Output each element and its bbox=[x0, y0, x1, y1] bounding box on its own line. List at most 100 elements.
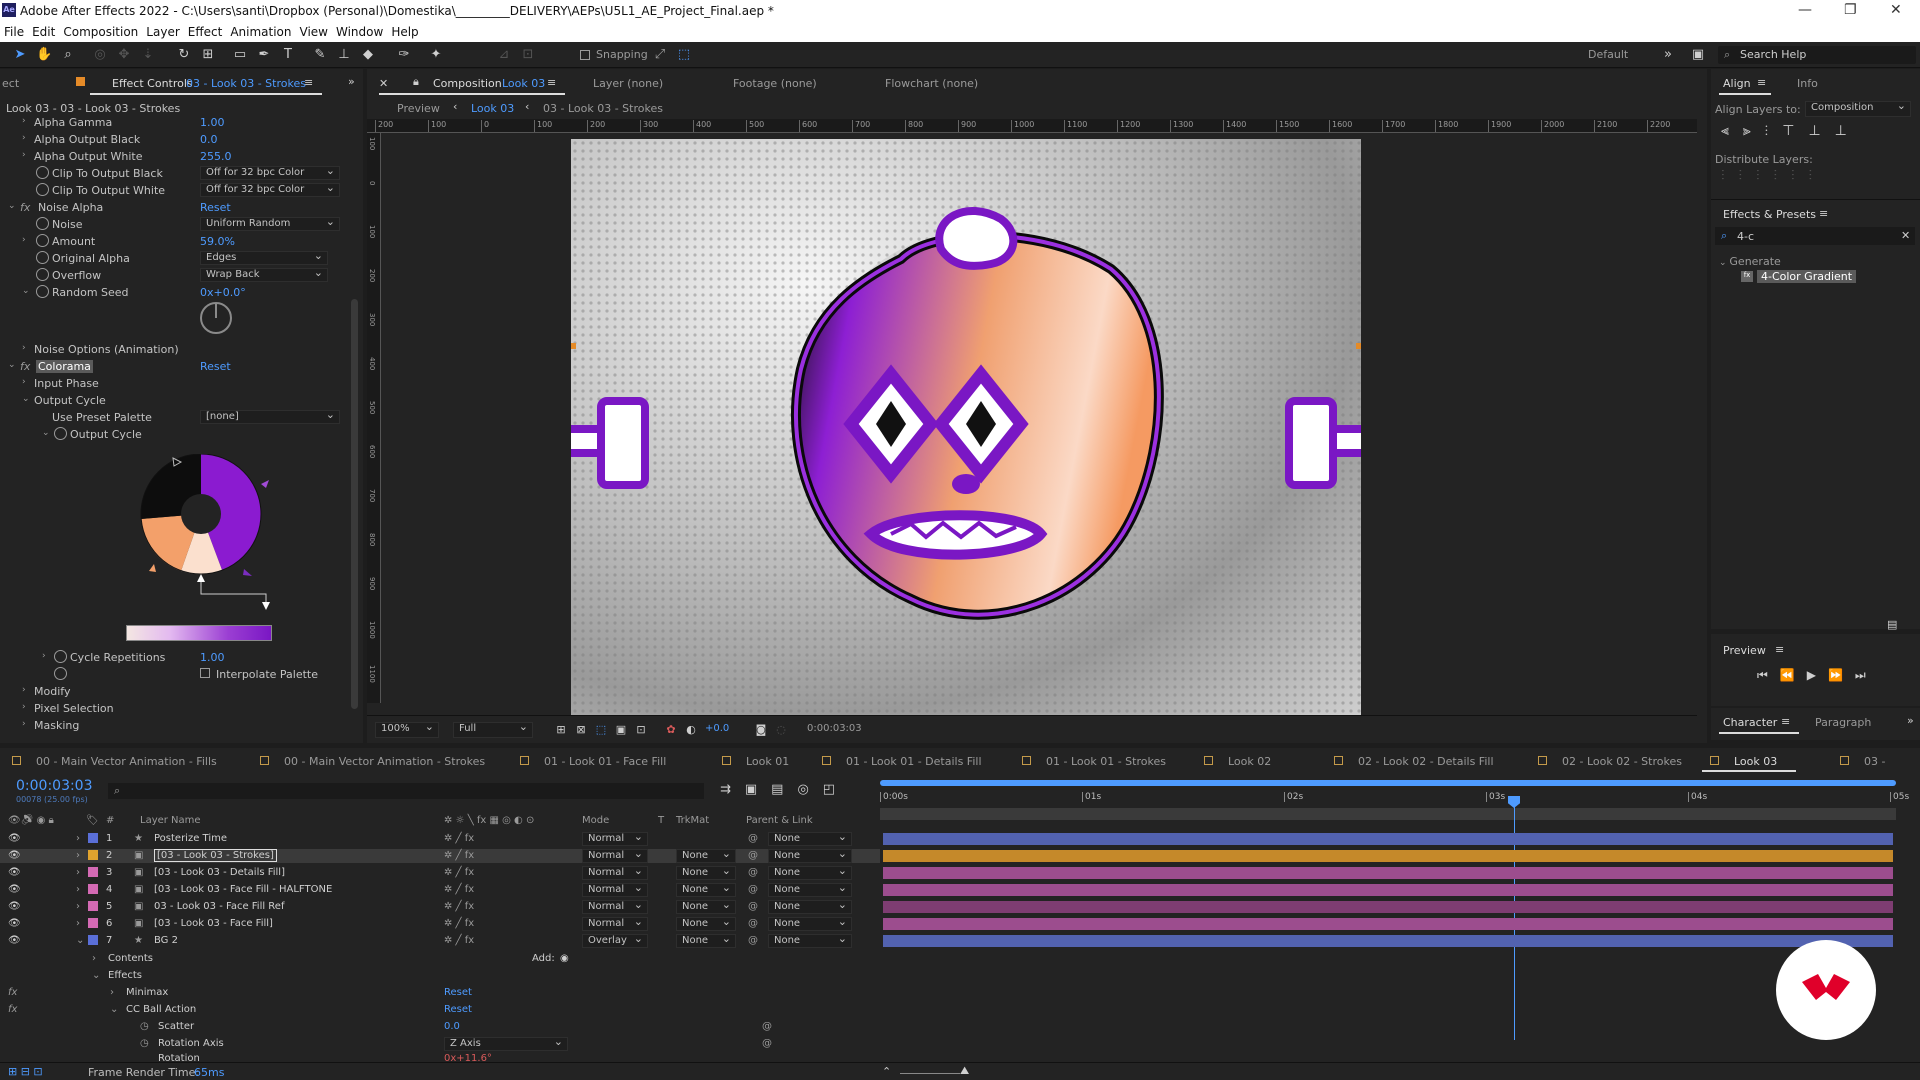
axis-icon[interactable]: ⊿ bbox=[496, 47, 512, 63]
parent-dropdown[interactable]: None bbox=[768, 881, 852, 897]
flowchart-tab[interactable]: Flowchart (none) bbox=[885, 77, 978, 90]
eye-icon[interactable]: 👁︎ bbox=[8, 850, 21, 861]
panel-menu-icon[interactable]: ≡ bbox=[1775, 643, 1784, 656]
prop-output-cycle[interactable]: ⌄ Output Cycle bbox=[0, 426, 350, 443]
pickwhip-icon[interactable]: @ bbox=[748, 918, 758, 929]
output-cycle-wheel[interactable] bbox=[126, 453, 286, 634]
overflow-dropdown[interactable]: Wrap Back bbox=[200, 266, 328, 282]
menu-effect[interactable]: Effect bbox=[184, 22, 227, 39]
prop-amount[interactable]: › Amount 59.0% bbox=[0, 233, 350, 250]
effect-controls-tab[interactable]: Effect Controls bbox=[112, 77, 193, 90]
layer-switches-icons[interactable]: ✲ ╱ fx bbox=[444, 867, 474, 878]
dolly-tool-icon[interactable]: ⇣ bbox=[140, 47, 156, 63]
layer-name[interactable]: Posterize Time bbox=[154, 833, 227, 844]
resolution-dropdown[interactable]: Full bbox=[453, 720, 533, 738]
zoom-in-icon[interactable]: ⛰ bbox=[960, 1064, 969, 1078]
breadcrumb-layer[interactable]: 03 - Look 03 - Strokes bbox=[543, 102, 663, 115]
layer-tab[interactable]: Layer (none) bbox=[593, 77, 663, 90]
pickwhip-icon[interactable]: @ bbox=[748, 901, 758, 912]
eye-icon[interactable]: 👁︎ bbox=[8, 918, 21, 929]
rotation-value[interactable]: 0x+11.6° bbox=[444, 1053, 492, 1062]
timeline-tab[interactable]: 01 - Look 01 - Strokes bbox=[1046, 755, 1166, 768]
layer-name[interactable]: [03 - Look 03 - Face Fill - HALFTONE bbox=[154, 884, 332, 895]
effect-colorama[interactable]: ⌄ fx Colorama Reset bbox=[0, 358, 350, 375]
trkmat-dropdown[interactable]: None bbox=[676, 881, 736, 897]
close-tab-icon[interactable]: ✕ bbox=[379, 77, 388, 90]
expand-arrow-icon[interactable]: › bbox=[76, 884, 80, 895]
label-color-icon[interactable] bbox=[88, 833, 98, 843]
stopwatch-icon[interactable]: ◷ bbox=[140, 1038, 149, 1049]
eye-icon[interactable]: 👁︎ bbox=[8, 884, 21, 895]
zoom-tool-icon[interactable]: ⌕ bbox=[60, 47, 76, 63]
time-ruler[interactable]: 0:00s 01s 02s 03s 04s 05s bbox=[880, 778, 1909, 826]
hand-tool-icon[interactable]: ✋ bbox=[36, 47, 52, 63]
prop-value[interactable]: 255.0 bbox=[200, 150, 232, 163]
eye-icon[interactable]: 👁︎ bbox=[8, 867, 21, 878]
roto-brush-tool-icon[interactable]: ✑ bbox=[396, 47, 412, 63]
layer-name[interactable]: [03 - Look 03 - Details Fill] bbox=[154, 867, 285, 878]
composition-canvas[interactable] bbox=[571, 139, 1361, 719]
puppet-tool-icon[interactable]: ✦ bbox=[428, 47, 444, 63]
stopwatch-icon[interactable] bbox=[54, 667, 67, 680]
blend-mode-dropdown[interactable]: Normal bbox=[582, 881, 648, 897]
prop-value[interactable]: 0x+0.0° bbox=[200, 286, 246, 299]
panel-menu-icon[interactable]: ≡ bbox=[1819, 207, 1828, 220]
stopwatch-icon[interactable] bbox=[36, 268, 49, 281]
prop-noise-options[interactable]: › Noise Options (Animation) bbox=[0, 341, 350, 358]
pickwhip-icon[interactable]: @ bbox=[748, 935, 758, 946]
pickwhip-icon[interactable]: @ bbox=[748, 833, 758, 844]
effects-search-field[interactable]: ⌕ 4-c ✕ bbox=[1715, 227, 1915, 245]
layer-duration-bar[interactable] bbox=[883, 918, 1893, 930]
snapshot-icon[interactable]: ◙ bbox=[753, 722, 769, 738]
stopwatch-icon[interactable] bbox=[36, 166, 49, 179]
align-buttons-row[interactable]: ⫷⫸⫶⊤⊥⊥ bbox=[1721, 123, 1861, 139]
layer-name[interactable]: 03 - Look 03 - Face Fill Ref bbox=[154, 901, 284, 912]
label-color-icon[interactable] bbox=[88, 867, 98, 877]
trkmat-dropdown[interactable]: None bbox=[676, 915, 736, 931]
effect-4-color-gradient[interactable]: 4-Color Gradient bbox=[1757, 270, 1857, 283]
timeline-tab[interactable]: 03 - bbox=[1864, 755, 1885, 768]
parent-dropdown[interactable]: None bbox=[768, 915, 852, 931]
distribute-buttons-row[interactable]: ⫶⫶⫶⫶⫶⫶ bbox=[1721, 168, 1826, 184]
orbit-tool-icon[interactable]: ◎ bbox=[92, 47, 108, 63]
close-button[interactable]: ✕ bbox=[1890, 2, 1902, 18]
eye-icon[interactable]: 👁︎ bbox=[8, 935, 21, 946]
reset-link[interactable]: Reset bbox=[200, 201, 231, 214]
parent-dropdown[interactable]: None bbox=[768, 932, 852, 948]
timeline-layer-row[interactable]: 👁︎ › 5 ▣ 03 - Look 03 - Face Fill Ref ✲ ╱ fx N… bbox=[0, 898, 880, 914]
rotation-row[interactable]: Rotation 0x+11.6° bbox=[0, 1052, 880, 1062]
prop-original-alpha[interactable]: Original Alpha Edges bbox=[0, 249, 350, 267]
layer-switches-icons[interactable]: ✲ ╱ fx bbox=[444, 901, 474, 912]
timeline-layer-row[interactable]: 👁︎ › 2 ▣ [03 - Look 03 - Strokes] ✲ ╱ fx Norma… bbox=[0, 847, 880, 863]
prop-noise[interactable]: Noise Uniform Random bbox=[0, 215, 350, 233]
prop-clip-output-white[interactable]: Clip To Output White Off for 32 bpc Color bbox=[0, 181, 350, 199]
effect-noise-alpha[interactable]: ⌄ fx Noise Alpha Reset bbox=[0, 199, 350, 216]
effect-controls-target[interactable]: 03 - Look 03 - Strokes bbox=[186, 77, 306, 90]
panel-menu-icon[interactable]: ≡ bbox=[1757, 76, 1766, 89]
expand-arrow-icon[interactable]: › bbox=[76, 867, 80, 878]
zoom-out-icon[interactable]: ⌃ bbox=[882, 1065, 891, 1078]
label-color-icon[interactable] bbox=[88, 850, 98, 860]
scatter-row[interactable]: ◷ Scatter 0.0 @ bbox=[0, 1020, 880, 1034]
prev-tab-label[interactable]: ect bbox=[2, 77, 19, 90]
layer-name[interactable]: BG 2 bbox=[154, 935, 178, 946]
rotate-tool-icon[interactable]: ↻ bbox=[176, 47, 192, 63]
status-icons[interactable]: ⊞ ⊟ ⊡ bbox=[8, 1065, 43, 1078]
lock-icon[interactable]: 🔒︎ bbox=[413, 75, 419, 89]
timeline-layer-row[interactable]: 👁︎ › 4 ▣ [03 - Look 03 - Face Fill - HALFTON… bbox=[0, 881, 880, 897]
new-folder-icon[interactable]: ▤ bbox=[1887, 618, 1897, 631]
parent-dropdown[interactable]: None bbox=[768, 864, 852, 880]
layer-duration-bar[interactable] bbox=[883, 867, 1893, 879]
panel-menu-icon[interactable]: ≡ bbox=[304, 76, 313, 89]
layer-switches-icons[interactable]: ✲ ╱ fx bbox=[444, 935, 474, 946]
align-to-dropdown[interactable]: Composition bbox=[1805, 99, 1911, 117]
eye-icon[interactable]: 👁︎ bbox=[8, 833, 21, 844]
work-area-bar[interactable] bbox=[880, 780, 1896, 786]
timeline-tab[interactable]: 00 - Main Vector Animation - Strokes bbox=[284, 755, 485, 768]
pickwhip-icon[interactable]: @ bbox=[748, 884, 758, 895]
pickwhip-icon[interactable]: @ bbox=[762, 1038, 772, 1049]
prop-alpha-gamma[interactable]: › Alpha Gamma 1.00 bbox=[0, 114, 350, 131]
menu-composition[interactable]: Composition bbox=[59, 22, 142, 39]
timeline-search-field[interactable]: ⌕ bbox=[108, 783, 704, 799]
stopwatch-icon[interactable] bbox=[36, 251, 49, 264]
